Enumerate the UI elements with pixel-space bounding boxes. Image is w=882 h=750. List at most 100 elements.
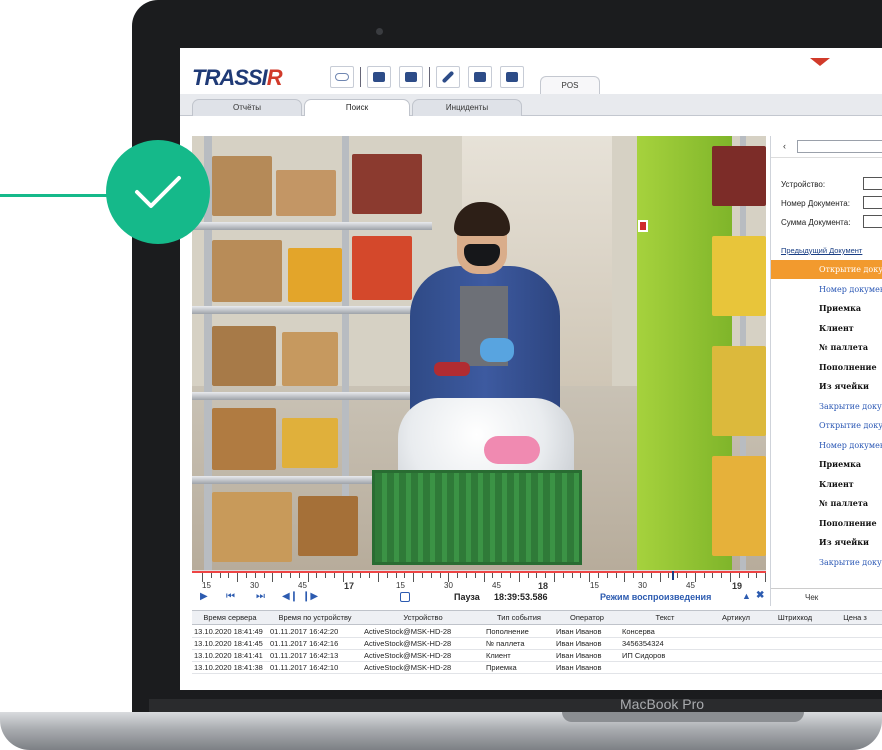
column-header[interactable]: Артикул — [710, 613, 762, 622]
column-header[interactable]: Устройство — [362, 613, 484, 622]
tab-search[interactable]: Поиск — [304, 99, 410, 116]
timeline-tick — [474, 573, 476, 578]
table-cell: ИП Сидоров — [622, 651, 666, 660]
table-cell: 01.11.2017 16:42:10 — [270, 663, 339, 672]
tab-bar: Отчёты Поиск Инциденты — [180, 94, 882, 116]
video-frame[interactable] — [192, 136, 766, 570]
edit-button[interactable] — [500, 66, 524, 88]
timeline-tick — [668, 573, 670, 578]
receipt-line[interactable]: № паллета — [771, 338, 882, 357]
receipt-line[interactable]: Номер докумен — [771, 280, 882, 299]
column-header[interactable]: Цена з — [828, 613, 882, 622]
receipt-line[interactable]: Приемка — [771, 299, 882, 318]
close-icon[interactable]: ✖ — [756, 590, 764, 601]
product-box — [712, 346, 766, 436]
position-slider-handle[interactable] — [400, 592, 410, 602]
device-field-input[interactable] — [863, 177, 882, 190]
timeline-tick — [580, 573, 582, 578]
timeline-tick — [290, 573, 291, 578]
column-header[interactable]: Штрихкод — [762, 613, 828, 622]
receipt-line[interactable]: Клиент — [771, 475, 882, 494]
camera-view-button[interactable] — [330, 66, 354, 88]
transport-controls: ▶ ⏮ ⏭ ◀❙ ❙▶ Пауза 18:39:53.586 Режим вос… — [192, 589, 766, 606]
receipt-label: Чек — [805, 593, 819, 602]
timeline-tick — [756, 573, 758, 578]
timeline-tick — [263, 573, 265, 578]
pos-search-input[interactable] — [797, 140, 882, 153]
skip-back-icon[interactable]: ⏮ — [226, 591, 235, 602]
table-cell: ActiveStock@MSK-HD-28 — [364, 663, 452, 672]
timeline-tick — [730, 573, 731, 582]
receipt-line[interactable]: Клиент — [771, 319, 882, 338]
doc-number-field-input[interactable] — [863, 196, 882, 209]
wand-button[interactable] — [436, 66, 460, 88]
column-header[interactable]: Текст — [620, 613, 710, 622]
play-icon[interactable]: ▶ — [200, 591, 208, 602]
table-row[interactable]: 13.10.2020 18:41:45 01.11.2017 16:42:16 Ac… — [192, 638, 882, 650]
table-cell: Иван Иванов — [556, 651, 602, 660]
receipt-line[interactable]: Открытие доку — [771, 416, 882, 435]
timeline-tick — [378, 573, 379, 582]
device-field-label: Устройство: — [781, 180, 826, 189]
chevron-left-icon[interactable]: ‹ — [783, 141, 786, 151]
shelf-board — [192, 306, 422, 314]
receipt-line[interactable]: Из ячейки — [771, 533, 882, 552]
table-row[interactable]: 13.10.2020 18:41:41 01.11.2017 16:42:13 Ac… — [192, 650, 882, 662]
step-back-icon[interactable]: ◀❙ — [282, 591, 298, 602]
receipt-line[interactable]: Закрытие доку — [771, 397, 882, 416]
receipt-line[interactable]: Открытие доку — [771, 260, 882, 279]
timeline-tick — [562, 573, 564, 578]
timeline-tick — [219, 573, 221, 578]
receipt-line[interactable]: Номер докумен — [771, 436, 882, 455]
table-row[interactable]: 13.10.2020 18:41:49 01.11.2017 16:42:20 Ac… — [192, 626, 882, 638]
layout-button[interactable] — [399, 66, 423, 88]
product-box — [352, 154, 422, 214]
barcode-scanner — [434, 362, 470, 376]
product-box — [352, 236, 412, 300]
receipt-line[interactable]: Закрытие доку — [771, 553, 882, 572]
timeline-tick — [395, 573, 397, 578]
timeline-record-bar — [192, 571, 766, 573]
pos-tab[interactable]: POS — [540, 76, 600, 94]
product-box — [276, 170, 336, 216]
events-table: Время сервера Время по устройству Устройст… — [192, 610, 882, 690]
column-header[interactable]: Время сервера — [192, 613, 268, 622]
playhead-marker[interactable] — [672, 571, 674, 580]
timeline-tick — [650, 573, 652, 578]
column-header[interactable]: Время по устройству — [268, 613, 362, 622]
table-cell: Пополнение — [486, 627, 529, 636]
timeline-tick — [439, 573, 441, 578]
timeline-tick — [738, 573, 740, 578]
timeline-tick — [615, 573, 617, 578]
pause-label: Пауза — [454, 592, 480, 602]
table-cell: Иван Иванов — [556, 663, 602, 672]
tab-reports[interactable]: Отчёты — [192, 99, 302, 116]
skip-forward-icon[interactable]: ⏭ — [256, 591, 265, 602]
column-header[interactable]: Оператор — [554, 613, 620, 622]
doc-sum-field-input[interactable] — [863, 215, 882, 228]
chevron-up-icon[interactable]: ▲ — [742, 591, 751, 601]
monitor-button[interactable] — [367, 66, 391, 88]
table-cell: ActiveStock@MSK-HD-28 — [364, 627, 452, 636]
receipt-line[interactable]: Приемка — [771, 455, 882, 474]
timeline-tick — [386, 573, 388, 578]
puzzle-button[interactable] — [468, 66, 492, 88]
pos-panel-footer: Чек — [771, 588, 882, 606]
pos-panel: ‹ Устройство: Номер Документа: Сумма Док… — [770, 136, 882, 606]
tab-incidents[interactable]: Инциденты — [412, 99, 522, 116]
receipt-line[interactable]: Пополнение — [771, 514, 882, 533]
product-box — [712, 146, 766, 206]
table-row[interactable]: 13.10.2020 18:41:38 01.11.2017 16:42:10 Ac… — [192, 662, 882, 674]
shelf-post — [342, 136, 349, 526]
column-header[interactable]: Тип события — [484, 613, 554, 622]
step-forward-icon[interactable]: ❙▶ — [302, 591, 318, 602]
receipt-line[interactable]: Из ячейки — [771, 377, 882, 396]
receipt-line[interactable]: № паллета — [771, 494, 882, 513]
previous-document-link[interactable]: Предыдущий Документ — [781, 246, 862, 255]
checkmark-icon — [135, 176, 181, 208]
receipt-line[interactable]: Пополнение — [771, 358, 882, 377]
timeline-tick — [606, 573, 608, 578]
timeline-tick — [430, 573, 432, 578]
timeline-tick — [571, 573, 573, 578]
playback-mode-label[interactable]: Режим воспроизведения — [600, 592, 711, 602]
